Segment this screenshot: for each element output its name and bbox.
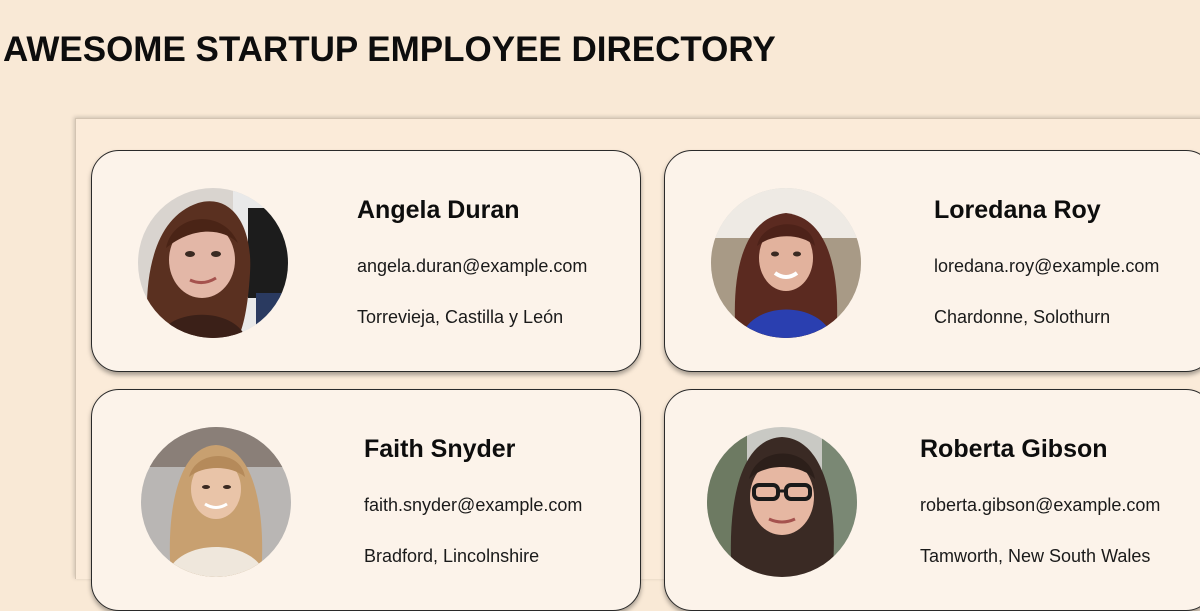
person-photo-icon <box>138 188 288 338</box>
person-photo-icon <box>711 188 861 338</box>
employee-location: Bradford, Lincolnshire <box>364 546 540 566</box>
employee-card[interactable]: Loredana Roy loredana.roy@example.com Ch… <box>664 150 1200 372</box>
employee-name: Roberta Gibson <box>920 435 1108 463</box>
employee-email[interactable]: faith.snyder@example.com <box>364 495 582 516</box>
employee-location: Chardonne, Solothurn <box>934 307 1111 327</box>
employee-directory-panel: Angela Duran angela.duran@example.com To… <box>75 118 1200 611</box>
employee-avatar <box>711 188 861 338</box>
employee-email[interactable]: roberta.gibson@example.com <box>920 495 1160 516</box>
employee-location: Torrevieja, Castilla y León <box>357 307 564 327</box>
employee-avatar <box>707 427 857 577</box>
employee-name: Faith Snyder <box>364 435 516 463</box>
employee-name: Angela Duran <box>357 196 520 224</box>
person-photo-icon <box>707 427 857 577</box>
employee-location: Tamworth, New South Wales <box>920 546 1151 566</box>
employee-avatar <box>138 188 288 338</box>
employee-email[interactable]: angela.duran@example.com <box>357 256 587 277</box>
page-title: AWESOME STARTUP EMPLOYEE DIRECTORY <box>3 30 776 69</box>
employee-avatar <box>141 427 291 577</box>
employee-email[interactable]: loredana.roy@example.com <box>934 256 1159 277</box>
employee-name: Loredana Roy <box>934 196 1101 224</box>
employee-card[interactable]: Roberta Gibson roberta.gibson@example.co… <box>664 389 1200 611</box>
employee-card[interactable]: Angela Duran angela.duran@example.com To… <box>91 150 641 372</box>
employee-card[interactable]: Faith Snyder faith.snyder@example.com Br… <box>91 389 641 611</box>
person-photo-icon <box>141 427 291 577</box>
